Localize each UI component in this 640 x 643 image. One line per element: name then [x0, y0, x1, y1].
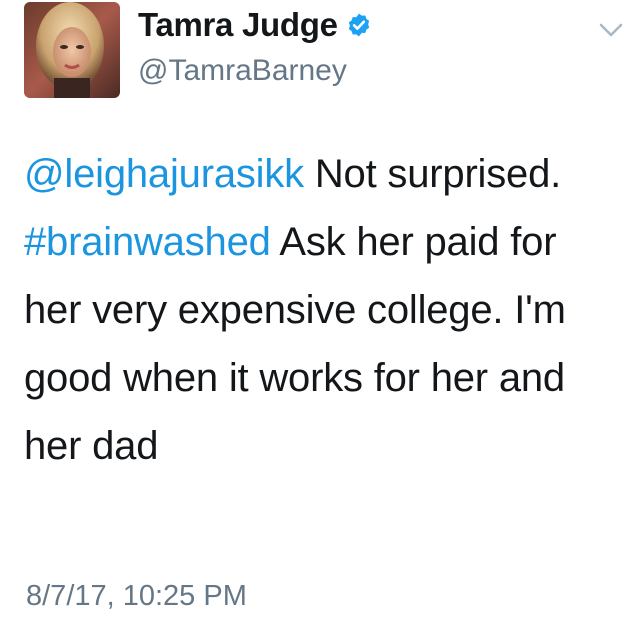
- tweet-header: Tamra Judge @TamraBarney: [24, 2, 624, 98]
- display-name[interactable]: Tamra Judge: [138, 6, 338, 44]
- mention-link[interactable]: @leighajurasikk: [24, 152, 304, 196]
- chevron-down-icon[interactable]: [598, 20, 624, 40]
- tweet-timestamp[interactable]: 8/7/17, 10:25 PM: [26, 580, 247, 613]
- tweet-text: @leighajurasikk Not surprised. #brainwas…: [24, 140, 624, 480]
- avatar[interactable]: [24, 2, 120, 98]
- profile-photo-icon: [24, 2, 120, 98]
- verified-badge-icon: [346, 12, 372, 38]
- name-row: Tamra Judge: [138, 6, 372, 44]
- tweet-text-part: Not surprised.: [303, 152, 562, 196]
- hashtag-link[interactable]: #brainwashed: [24, 220, 271, 264]
- user-handle[interactable]: @TamraBarney: [138, 54, 347, 88]
